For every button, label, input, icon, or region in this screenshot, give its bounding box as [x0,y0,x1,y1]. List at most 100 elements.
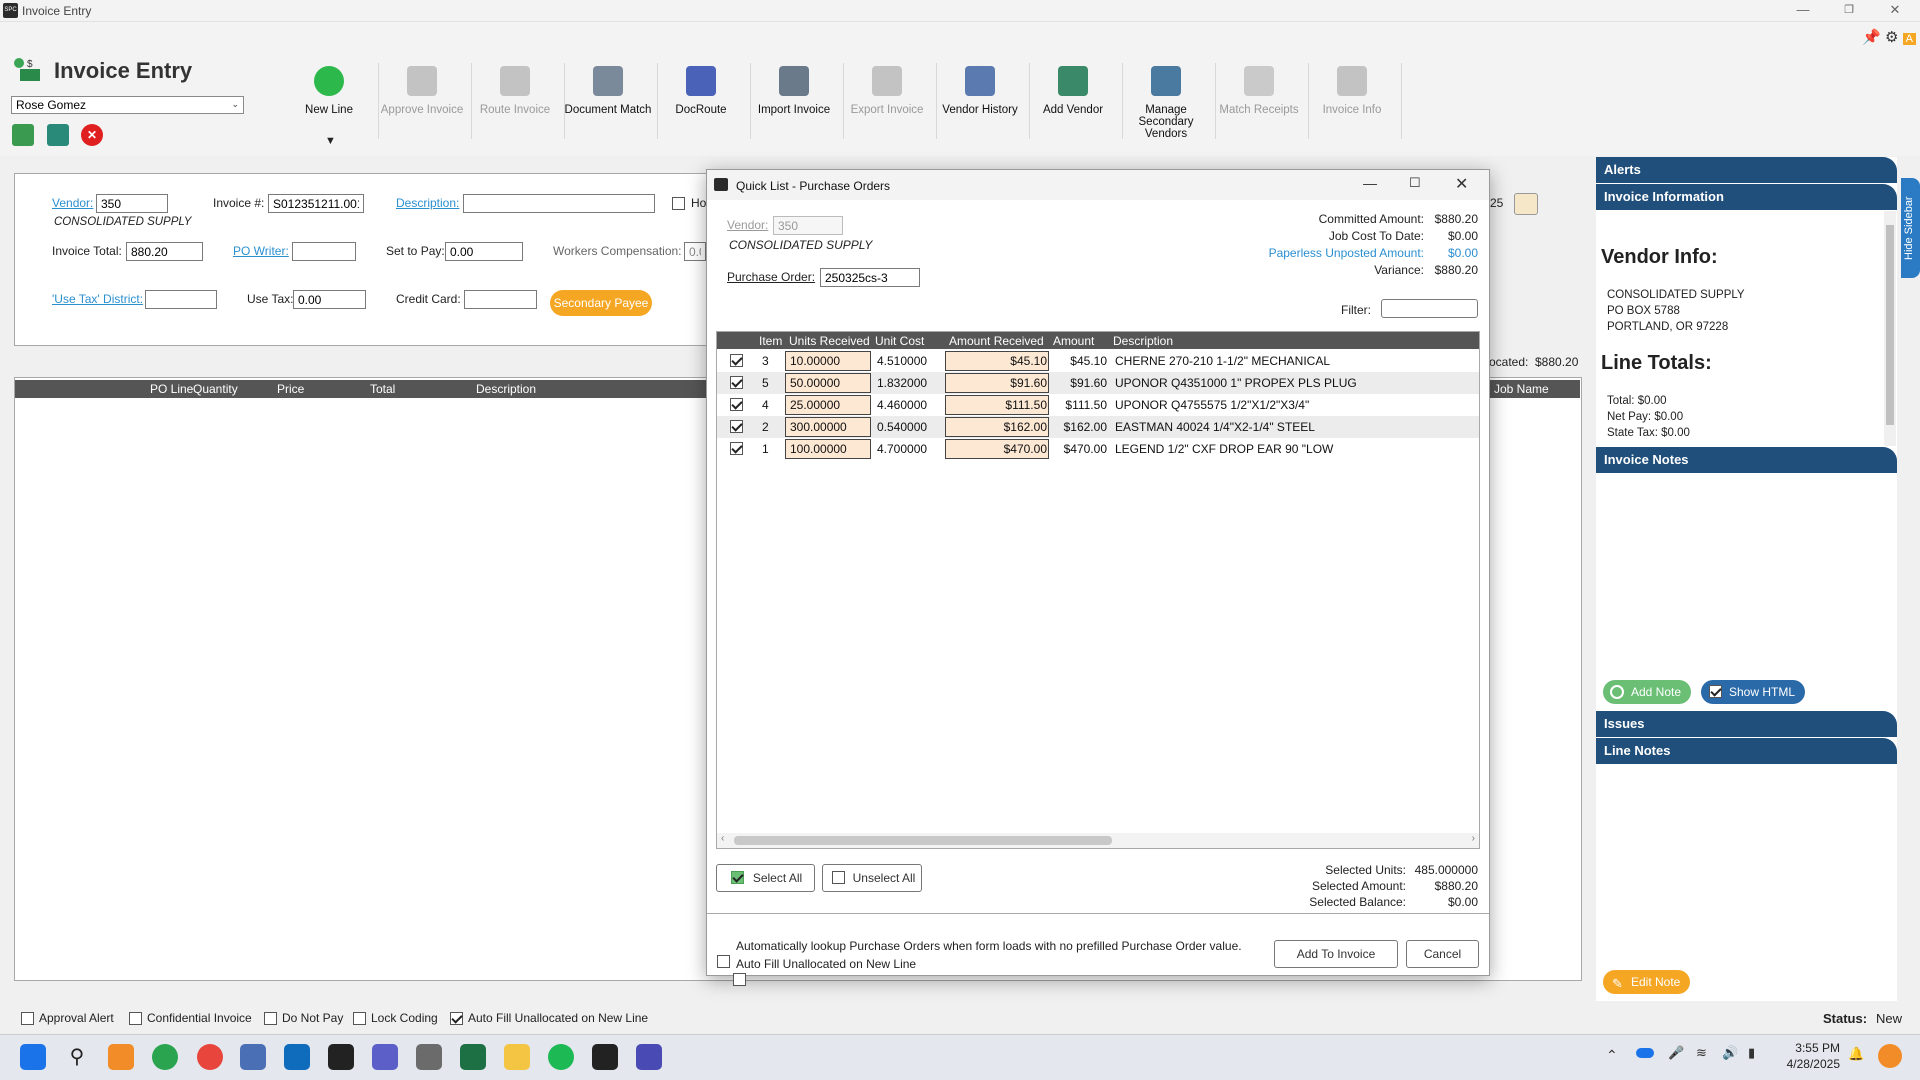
minimize-icon[interactable]: — [1363,175,1377,191]
table-row[interactable]: 2 300.00000 0.540000 $162.00 $162.00 EASTMAN … [717,416,1479,438]
export-invoice-button[interactable]: Export Invoice [841,62,933,152]
volume-icon[interactable]: 🔊 [1722,1045,1738,1061]
import-invoice-button[interactable]: Import Invoice [748,62,840,152]
add-note-button[interactable]: Add Note [1603,680,1692,704]
grid-col-quantity[interactable]: Quantity [193,382,238,396]
spotify-icon[interactable] [548,1044,574,1070]
vendor-history-button[interactable]: Vendor History [934,62,1026,152]
po-writer-field[interactable] [292,242,356,261]
grid-col-job-name[interactable]: Job Name [1494,382,1549,396]
search-icon[interactable]: ⚲ [64,1044,90,1070]
clock-time[interactable]: 3:55 PM [1780,1041,1840,1055]
workers-comp-field[interactable] [684,242,706,261]
row-checkbox[interactable] [730,376,743,389]
show-html-checkbox[interactable] [1709,685,1722,698]
description-link[interactable]: Description: [396,196,459,210]
route-invoice-button[interactable]: Route Invoice [469,62,561,152]
row-checkbox[interactable] [730,420,743,433]
auto-fill-unallocated-checkbox[interactable] [450,1012,463,1026]
secondary-payee-button[interactable]: Secondary Payee [550,290,652,316]
app-icon-2[interactable] [152,1044,178,1070]
invoice-notes-header[interactable]: Invoice Notes [1596,447,1897,473]
col-units-received[interactable]: Units Received [789,334,870,348]
sidebar-scrollbar[interactable] [1884,211,1896,446]
scroll-left-icon[interactable]: ‹ [721,833,724,844]
grid-col-price[interactable]: Price [277,382,304,396]
use-tax-district-field[interactable] [145,290,217,309]
table-row[interactable]: 5 50.00000 1.832000 $91.60 $91.60 UPONOR Q435… [717,372,1479,394]
issues-header[interactable]: Issues [1596,711,1897,737]
do-not-pay-checkbox[interactable] [264,1012,277,1026]
table-row[interactable]: 4 25.00000 4.460000 $111.50 $111.50 UPONOR Q4… [717,394,1479,416]
vendor-field[interactable] [96,194,168,213]
cancel-button[interactable]: Cancel [1406,940,1479,968]
auto-fill-checkbox[interactable] [733,972,747,986]
use-tax-field[interactable] [293,290,366,309]
close-icon[interactable]: ✕ [1455,174,1468,194]
close-icon[interactable]: ✕ [1872,0,1918,22]
show-html-button[interactable]: Show HTML [1701,680,1806,704]
invoice-total-field[interactable] [126,242,203,261]
sidebar-scroll-thumb[interactable] [1886,225,1894,425]
invoice-info-button[interactable]: Invoice Info [1306,62,1398,152]
table-row[interactable]: 1 100.00000 4.700000 $470.00 $470.00 LEGEND 1… [717,438,1479,460]
docroute-button[interactable]: DocRoute [655,62,747,152]
teams-icon[interactable] [372,1044,398,1070]
spc-app-icon[interactable] [592,1044,618,1070]
lock-coding-checkbox[interactable] [353,1012,366,1026]
invoice-number-field[interactable] [268,194,364,213]
grid-col-po-line[interactable]: PO Line [150,382,193,396]
maximize-icon[interactable]: ❐ [1826,0,1872,22]
scroll-right-icon[interactable]: › [1472,833,1475,844]
description-field[interactable] [463,194,655,213]
app-icon-1[interactable] [108,1044,134,1070]
col-item[interactable]: Item [759,334,782,348]
chrome-icon[interactable] [197,1044,223,1070]
new-line-dropdown-arrow[interactable]: ▼ [325,135,336,147]
microphone-icon[interactable]: 🎤 [1668,1045,1684,1061]
app-icon-3[interactable] [240,1044,266,1070]
calendar-icon[interactable] [1514,193,1538,215]
onedrive-icon[interactable] [1636,1048,1654,1058]
auto-lookup-checkbox[interactable] [717,954,730,968]
use-tax-district-link[interactable]: 'Use Tax' District: [52,292,143,306]
cancel-icon[interactable]: ✕ [81,124,103,146]
line-notes-header[interactable]: Line Notes [1596,738,1897,764]
select-all-button[interactable]: Select All [716,864,815,892]
set-to-pay-field[interactable] [445,242,523,261]
table-row[interactable]: 3 10.00000 4.510000 $45.10 $45.10 CHERNE 270-… [717,350,1479,372]
calculator-icon[interactable] [416,1044,442,1070]
vendor-link[interactable]: Vendor: [52,196,93,210]
outlook-icon[interactable] [284,1044,310,1070]
col-unit-cost[interactable]: Unit Cost [875,334,924,348]
confidential-invoice-checkbox[interactable] [129,1012,142,1026]
col-description[interactable]: Description [1113,334,1173,348]
minimize-icon[interactable]: — [1780,0,1826,22]
row-checkbox[interactable] [730,442,743,455]
document-match-button[interactable]: Document Match [562,62,654,152]
unselect-all-button[interactable]: Unselect All [822,864,922,892]
hold-checkbox[interactable] [672,197,685,211]
help-icon[interactable]: A [1902,33,1916,45]
col-amount-received[interactable]: Amount Received [949,334,1044,348]
horizontal-scroll-thumb[interactable] [734,836,1112,845]
app-icon-4[interactable] [636,1044,662,1070]
battery-icon[interactable]: ▮ [1748,1045,1755,1061]
tray-chevron-icon[interactable]: ⌃ [1606,1047,1618,1064]
save-icon[interactable] [12,124,34,146]
add-vendor-button[interactable]: Add Vendor [1027,62,1119,152]
pin-icon[interactable]: 📌 [1862,29,1881,46]
file-explorer-icon[interactable] [504,1044,530,1070]
windows-start-icon[interactable] [20,1044,46,1070]
purchase-order-link[interactable]: Purchase Order: [727,270,815,284]
copilot-icon[interactable] [1878,1044,1902,1068]
hide-sidebar-tab[interactable]: Hide Sidebar [1901,178,1920,278]
wifi-icon[interactable]: ≋ [1696,1045,1707,1061]
approval-alert-checkbox[interactable] [21,1012,34,1026]
clock-date[interactable]: 4/28/2025 [1776,1057,1840,1071]
filter-input[interactable] [1381,299,1478,318]
summary-label[interactable]: Paperless Unposted Amount: [1200,246,1424,260]
manage-secondary-vendors-button[interactable]: Manage Secondary Vendors [1120,62,1212,152]
col-amount[interactable]: Amount [1053,334,1094,348]
row-checkbox[interactable] [730,398,743,411]
